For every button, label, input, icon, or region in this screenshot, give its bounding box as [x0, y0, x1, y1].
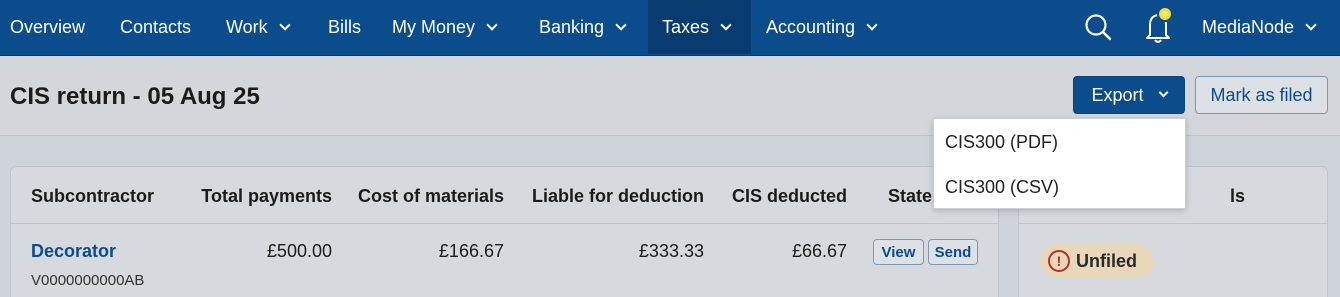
subcontractor-ref: V0000000000AB [31, 272, 145, 289]
menu-item-cis300-csv[interactable]: CIS300 (CSV) [945, 177, 1059, 198]
page-title: CIS return - 05 Aug 25 [10, 83, 260, 110]
nav-overview[interactable]: Overview [10, 0, 85, 54]
header-divider [11, 223, 998, 224]
nav-work[interactable]: Work [226, 0, 291, 54]
nav-label: Work [226, 16, 268, 37]
liable-for-deduction-value: £333.33 [638, 241, 704, 261]
column-header-cis-deducted: CIS deducted [731, 186, 847, 206]
nav-banking[interactable]: Banking [539, 0, 627, 54]
total-payments-value: £500.00 [266, 241, 332, 261]
mark-as-filed-button[interactable]: Mark as filed [1195, 76, 1328, 114]
header-divider [1019, 223, 1327, 224]
nav-label: Bills [328, 16, 362, 37]
account-name: MediaNode [1202, 16, 1295, 37]
column-header-cost-of-materials: Cost of materials [357, 186, 504, 206]
nav-accounting[interactable]: Accounting [766, 0, 878, 54]
column-header-state: State [888, 186, 933, 206]
chevron-down-icon [720, 18, 732, 31]
menu-item-cis300-pdf[interactable]: CIS300 (PDF) [945, 132, 1058, 153]
view-label: View [881, 243, 916, 261]
card-header-label: ls [1229, 186, 1245, 206]
nav-my-money[interactable]: My Money [392, 0, 498, 54]
top-navigation: Overview Contacts Work Bills My Money Ba… [0, 0, 1340, 56]
send-button[interactable]: Send [928, 239, 978, 265]
chevron-down-icon [866, 18, 878, 31]
subcontractor-table: Subcontractor Total payments Cost of mat… [10, 166, 999, 297]
status-label: Unfiled [1076, 250, 1137, 271]
chevron-down-icon [615, 18, 627, 31]
column-header-liable-for-deduction: Liable for deduction [531, 186, 704, 206]
search-icon[interactable] [1083, 12, 1113, 42]
cost-of-materials-value: £166.67 [438, 241, 504, 261]
chevron-down-icon [279, 18, 291, 31]
cis-deducted-value: £66.67 [791, 241, 847, 261]
exclamation-icon: ! [1048, 250, 1070, 272]
export-dropdown-menu: CIS300 (PDF) CIS300 (CSV) [933, 118, 1186, 209]
send-label: Send [934, 243, 972, 261]
nav-label: Accounting [766, 16, 856, 37]
nav-taxes[interactable]: Taxes [648, 0, 751, 54]
column-header-subcontractor: Subcontractor [31, 186, 155, 206]
view-button[interactable]: View [873, 239, 924, 265]
chevron-down-icon [486, 18, 498, 31]
mark-as-filed-label: Mark as filed [1210, 84, 1313, 105]
nav-label: Taxes [662, 16, 710, 37]
chevron-down-icon [1158, 87, 1168, 98]
bell-icon[interactable] [1140, 5, 1176, 45]
nav-label: Contacts [120, 16, 192, 37]
nav-label: My Money [392, 16, 476, 37]
status-badge: ! Unfiled [1040, 244, 1154, 278]
nav-label: Banking [539, 16, 605, 37]
nav-bills[interactable]: Bills [328, 0, 361, 54]
column-header-total-payments: Total payments [201, 186, 332, 206]
chevron-down-icon [1305, 18, 1317, 31]
export-button[interactable]: Export [1073, 76, 1185, 114]
export-label: Export [1091, 84, 1144, 105]
nav-label: Overview [10, 16, 86, 37]
subcontractor-link[interactable]: Decorator [31, 241, 116, 262]
account-menu[interactable]: MediaNode [1202, 0, 1317, 54]
nav-contacts[interactable]: Contacts [120, 0, 191, 54]
